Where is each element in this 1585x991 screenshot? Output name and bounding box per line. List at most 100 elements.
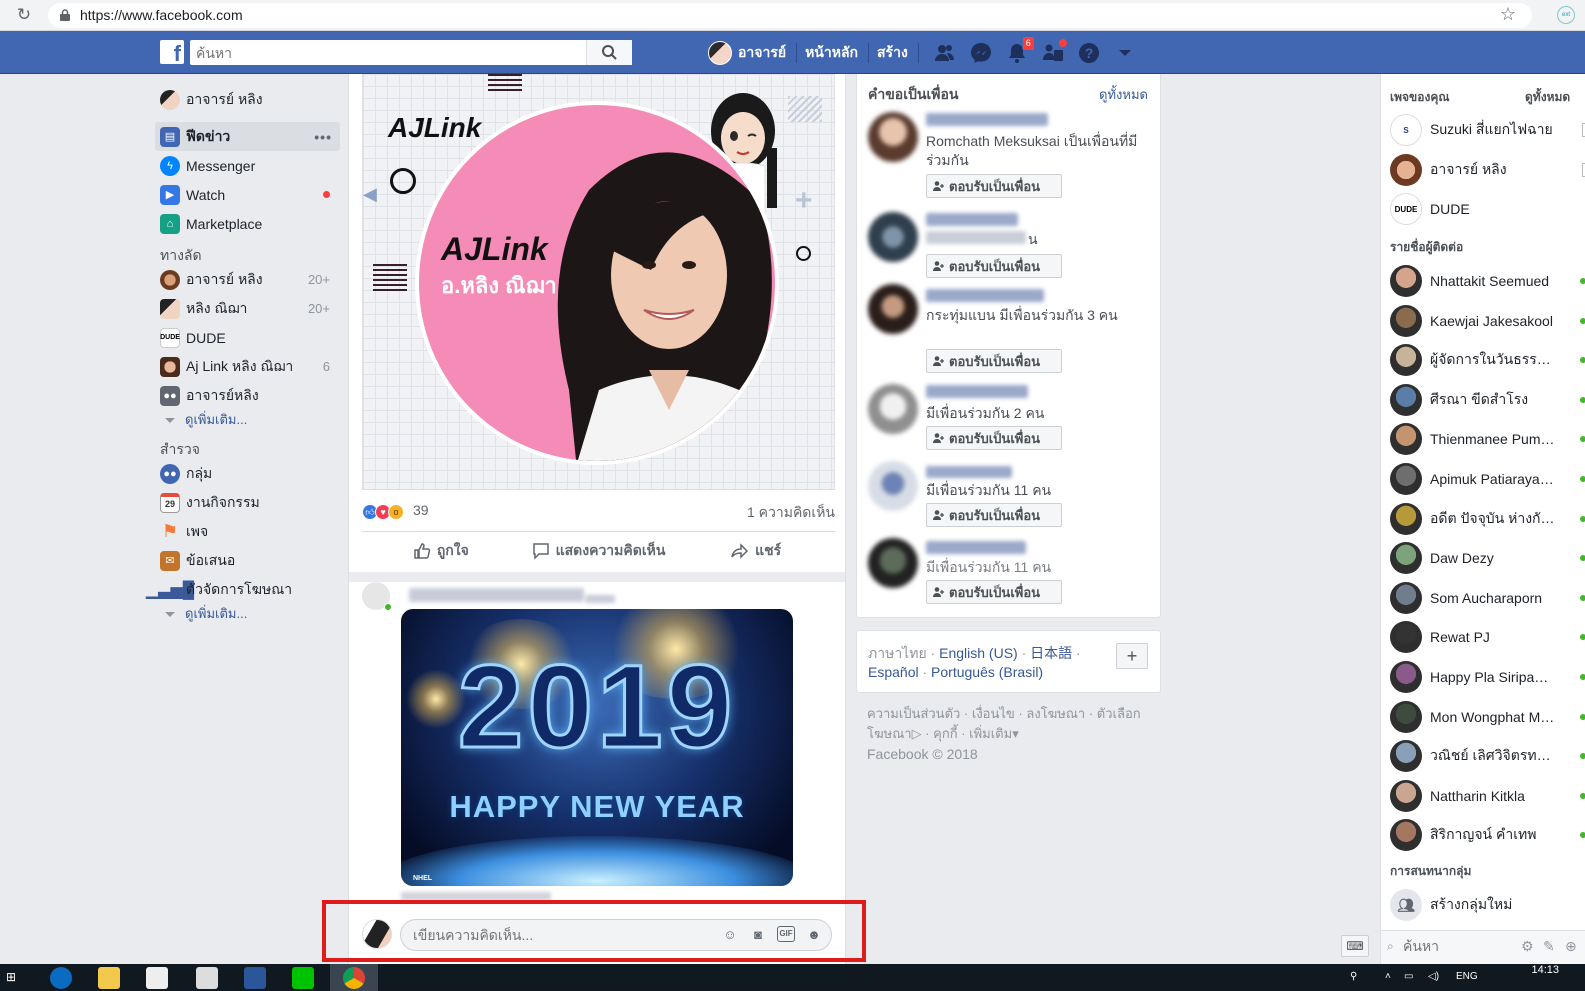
sidebar-item-profile[interactable]: อาจารย์ หลิง [155, 84, 340, 116]
contact-item[interactable]: Nhattakit Seemued [1390, 264, 1585, 298]
language-option[interactable]: English (US) [939, 645, 1018, 661]
contact-item[interactable]: Rewat PJ [1390, 620, 1585, 654]
sidebar-item-ads-manager[interactable]: ▁▃▅█ ตัวจัดการโฆษณา [146, 575, 340, 604]
avatar[interactable] [868, 384, 918, 434]
footer-link[interactable]: เพิ่มเติม [969, 726, 1012, 741]
friend-requests-icon[interactable] [934, 42, 956, 64]
contact-item[interactable]: สิริกาญจน์ คำเทพ [1390, 818, 1585, 852]
share-button[interactable]: แชร์ [677, 532, 835, 569]
page-item[interactable]: DUDE DUDE [1390, 192, 1585, 226]
volume-icon[interactable]: ◁) [1428, 971, 1439, 982]
sidebar-item-news-feed[interactable]: ▤ ฟีดข่าว ••• [155, 122, 340, 151]
sidebar-item-shortcut[interactable]: หลิง ณิฌา 20+ [155, 294, 340, 323]
global-search[interactable] [190, 40, 632, 65]
contact-item[interactable]: ผู้จัดการในวันธรรมดา [1390, 343, 1585, 377]
new-year-post-image[interactable]: 2019 HAPPY NEW YEAR NHEL [401, 609, 793, 886]
more-languages-button[interactable]: + [1116, 643, 1148, 669]
address-bar[interactable]: https://www.facebook.com ☆ [48, 3, 1532, 28]
like-button[interactable]: ถูกใจ [362, 532, 520, 569]
blurred-name[interactable] [926, 466, 1012, 478]
page-item[interactable]: อาจารย์ หลิง 5 [1390, 153, 1585, 187]
chat-search-input[interactable] [1403, 938, 1513, 954]
comment-count[interactable]: 1 ความคิดเห็น [747, 502, 835, 524]
confirm-friend-button[interactable]: ตอบรับเป็นเพื่อน [926, 254, 1062, 278]
contact-item[interactable]: อดีต ปัจจุบัน ห่างกันเพียงนิด [1390, 502, 1585, 536]
account-menu-chevron-icon[interactable] [1114, 42, 1136, 64]
people-icon[interactable]: ⚲ [1350, 971, 1357, 982]
page-item[interactable]: S Suzuki สี่แยกไฟฉาย 4 [1390, 113, 1585, 147]
contact-item[interactable]: Kaewjai Jakesakool [1390, 304, 1585, 338]
avatar[interactable] [868, 212, 918, 262]
confirm-friend-button[interactable]: ตอบรับเป็นเพื่อน [926, 503, 1062, 527]
contact-item[interactable]: Thienmanee Pumsawai [1390, 422, 1585, 456]
start-icon[interactable]: ⊞ [6, 970, 16, 984]
contact-item[interactable]: Som Aucharaporn [1390, 581, 1585, 615]
file-explorer-icon[interactable] [98, 967, 120, 989]
sidebar-item-watch[interactable]: ▶ Watch [155, 180, 340, 209]
sidebar-item-offers[interactable]: ✉ ข้อเสนอ [155, 546, 340, 575]
sidebar-item-pages[interactable]: ⚑ เพจ [155, 517, 340, 546]
edge-browser-icon[interactable] [50, 967, 72, 989]
notifications-bell-icon[interactable]: 6 [1006, 36, 1035, 64]
confirm-friend-button[interactable]: ตอบรับเป็นเพื่อน [926, 349, 1062, 373]
comment-button[interactable]: แสดงความคิดเห็น [520, 532, 678, 569]
blurred-name[interactable] [926, 113, 1048, 126]
contact-item[interactable]: Mon Wongphat Mena [1390, 700, 1585, 734]
language-option[interactable]: 日本語 [1030, 645, 1072, 661]
contact-item[interactable]: วณิชย์ เลิศวิจิตรทรัพย์ [1390, 739, 1585, 773]
footer-link[interactable]: ลงโฆษณา [1026, 706, 1085, 721]
avatar[interactable] [868, 461, 918, 511]
sidebar-item-events[interactable]: 29 งานกิจกรรม [155, 488, 340, 517]
blurred-name[interactable] [926, 289, 1044, 302]
home-link[interactable]: หน้าหลัก [805, 42, 858, 64]
footer-link[interactable]: คุกกี้ [933, 726, 957, 741]
sidebar-item-shortcut[interactable]: Aj Link หลิง ณิฌา 6 [155, 352, 340, 381]
create-group-item[interactable]: 👥︎ สร้างกลุ่มใหม่ [1390, 888, 1585, 922]
profile-picture-post-image[interactable]: AJLink + ◀ AJLink อ.หลิง ณิฌา [362, 74, 835, 490]
battery-icon[interactable]: ▭ [1404, 971, 1413, 982]
reload-icon[interactable]: ↻ [14, 5, 34, 25]
see-all-link[interactable]: ดูทั้งหมด [1099, 84, 1148, 105]
reaction-count[interactable]: 39 [413, 502, 429, 518]
new-message-icon[interactable]: ✎ [1543, 938, 1555, 955]
blurred-name[interactable] [926, 213, 1018, 226]
store-icon[interactable] [146, 967, 168, 989]
confirm-friend-button[interactable]: ตอบรับเป็นเพื่อน [926, 426, 1062, 450]
blurred-name[interactable] [926, 541, 1026, 554]
quick-help-friends-icon[interactable] [1042, 38, 1068, 64]
sidebar-item-groups[interactable]: ●● กลุ่ม [155, 459, 340, 488]
mail-icon[interactable] [196, 967, 218, 989]
sidebar-item-shortcut[interactable]: อาจารย์ หลิง 20+ [155, 265, 340, 294]
see-more-shortcuts-link[interactable]: ดูเพิ่มเติม... [155, 410, 340, 432]
profile-link[interactable]: อาจารย์ [738, 42, 786, 64]
avatar[interactable] [708, 41, 732, 65]
language-option[interactable]: Español [868, 664, 919, 680]
tray-chevron-icon[interactable]: ˄ [1385, 971, 1391, 982]
see-all-pages-link[interactable]: ดูทั้งหมด [1525, 88, 1570, 107]
search-input[interactable] [196, 41, 586, 64]
clock[interactable]: 14:13 [1531, 964, 1559, 976]
sidebar-item-messenger[interactable]: ϟ Messenger [155, 151, 340, 180]
gear-icon[interactable]: ⚙ [1521, 938, 1534, 955]
contact-item[interactable]: Apimuk Patiarayakul [1390, 462, 1585, 496]
group-chat-icon[interactable]: ⊕ [1565, 938, 1577, 955]
extension-icon[interactable]: ext [1557, 6, 1575, 24]
facebook-logo-icon[interactable]: f [160, 40, 184, 64]
chrome-taskbar-button[interactable] [330, 964, 378, 991]
input-language[interactable]: ENG [1456, 971, 1478, 982]
sidebar-item-shortcut[interactable]: ●● อาจารย์หลิง [155, 381, 340, 410]
avatar[interactable] [868, 284, 918, 334]
see-more-explore-link[interactable]: ดูเพิ่มเติม... [155, 604, 340, 626]
footer-link[interactable]: ความเป็นส่วนตัว [867, 706, 960, 721]
avatar[interactable] [868, 538, 918, 588]
contact-item[interactable]: Nattharin Kitkla [1390, 779, 1585, 813]
confirm-friend-button[interactable]: ตอบรับเป็นเพื่อน [926, 580, 1062, 604]
confirm-friend-button[interactable]: ตอบรับเป็นเพื่อน [926, 174, 1062, 198]
blurred-author-name[interactable] [409, 588, 584, 602]
keyboard-shortcuts-icon[interactable]: ⌨ [1341, 935, 1369, 957]
contact-item[interactable]: Happy Pla Siripanya [1390, 660, 1585, 694]
more-options-icon[interactable]: ••• [314, 129, 332, 145]
messenger-icon[interactable] [970, 42, 992, 64]
search-button[interactable] [586, 40, 632, 65]
blurred-name[interactable] [926, 385, 1028, 398]
